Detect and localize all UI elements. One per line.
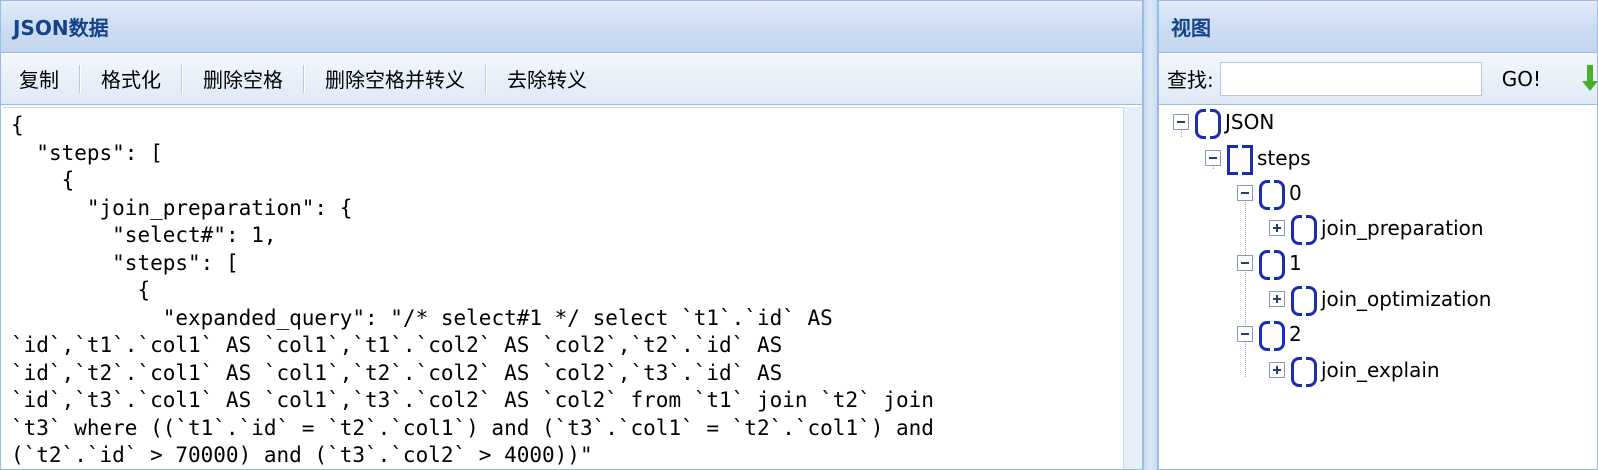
- search-input[interactable]: [1219, 61, 1482, 96]
- panel-title: JSON数据: [13, 16, 109, 40]
- format-button[interactable]: 格式化: [91, 62, 171, 96]
- curly-braces-icon: [1291, 214, 1317, 245]
- search-label: 查找:: [1167, 68, 1214, 92]
- curly-braces-icon: [1291, 285, 1317, 316]
- curly-braces-icon: [1291, 356, 1317, 387]
- json-tree: JSON steps 0 join_preparation 1 join_opt…: [1159, 107, 1597, 387]
- toolbar-separator: [303, 64, 305, 93]
- remove-spaces-button[interactable]: 删除空格: [193, 62, 293, 96]
- toolbar-separator: [79, 64, 81, 93]
- collapse-icon[interactable]: [1237, 255, 1253, 271]
- collapse-icon[interactable]: [1237, 326, 1253, 342]
- toolbar-separator: [485, 64, 487, 93]
- panel-splitter[interactable]: [1143, 0, 1158, 470]
- toolbar-separator: [181, 64, 183, 93]
- tree-node-join-explain[interactable]: join_explain: [1269, 355, 1440, 387]
- tree-node-json[interactable]: JSON: [1173, 107, 1274, 139]
- view-header: 视图: [1159, 1, 1597, 53]
- view-panel: 视图 查找: GO! JSON steps 0 join_preparation…: [1158, 0, 1598, 470]
- remove-spaces-escape-button[interactable]: 删除空格并转义: [315, 62, 475, 96]
- editor-scrollbar[interactable]: [1123, 107, 1142, 469]
- go-button[interactable]: GO!: [1494, 67, 1549, 91]
- unescape-button[interactable]: 去除转义: [497, 62, 597, 96]
- json-data-panel: JSON数据 复制 格式化 删除空格 删除空格并转义 去除转义 { "steps…: [0, 0, 1143, 470]
- editor-toolbar: 复制 格式化 删除空格 删除空格并转义 去除转义: [1, 53, 1142, 105]
- collapse-icon[interactable]: [1173, 114, 1189, 130]
- expand-icon[interactable]: [1269, 291, 1285, 307]
- curly-braces-icon: [1259, 249, 1285, 280]
- search-bar: 查找: GO!: [1159, 53, 1597, 105]
- tree-node-2[interactable]: 2: [1237, 319, 1302, 351]
- tree-node-join-optimization[interactable]: join_optimization: [1269, 284, 1491, 316]
- copy-button[interactable]: 复制: [9, 62, 69, 96]
- expand-icon[interactable]: [1269, 362, 1285, 378]
- curly-braces-icon: [1259, 320, 1285, 351]
- curly-braces-icon: [1195, 108, 1221, 139]
- expand-icon[interactable]: [1269, 220, 1285, 236]
- tree-node-0[interactable]: 0: [1237, 178, 1302, 210]
- curly-braces-icon: [1259, 179, 1285, 210]
- json-data-header: JSON数据: [1, 1, 1142, 53]
- tree-node-join-preparation[interactable]: join_preparation: [1269, 213, 1484, 245]
- tree-node-steps[interactable]: steps: [1205, 143, 1311, 175]
- collapse-icon[interactable]: [1237, 185, 1253, 201]
- tree-node-1[interactable]: 1: [1237, 248, 1302, 280]
- json-editor[interactable]: { "steps": [ { "join_preparation": { "se…: [3, 107, 1123, 469]
- square-brackets-icon: [1227, 144, 1253, 175]
- panel-title: 视图: [1171, 16, 1211, 40]
- collapse-icon[interactable]: [1205, 150, 1221, 166]
- down-arrow-icon[interactable]: [1582, 64, 1597, 93]
